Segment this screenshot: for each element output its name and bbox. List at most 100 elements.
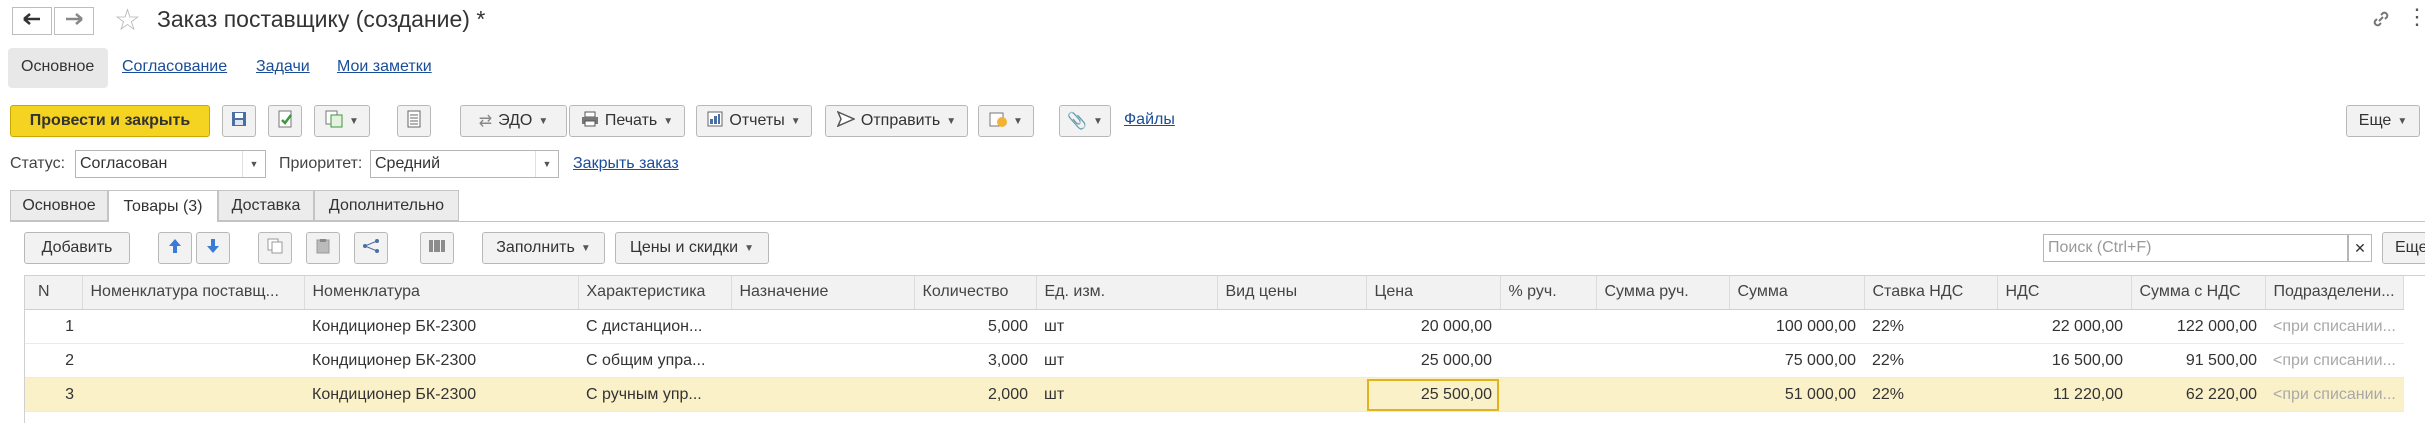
forward-button[interactable] <box>54 7 94 35</box>
cell-unit[interactable]: шт <box>1036 343 1217 378</box>
cell-manual-sum[interactable] <box>1596 377 1729 412</box>
save-button[interactable] <box>222 105 256 137</box>
column-header[interactable]: Количество <box>914 275 1037 310</box>
create-based-on-button[interactable]: ▼ <box>314 105 370 137</box>
form-tab-delivery[interactable]: Доставка <box>218 190 314 221</box>
cell-supplier-item[interactable] <box>82 309 304 344</box>
form-tab-main[interactable]: Основное <box>10 190 108 221</box>
cell-characteristic[interactable]: С ручным упр... <box>578 377 731 412</box>
files-link[interactable]: Файлы <box>1124 111 1175 129</box>
search-clear-button[interactable]: ✕ <box>2348 234 2372 262</box>
cell-item[interactable]: Кондиционер БК-2300 <box>304 377 578 412</box>
back-button[interactable] <box>12 7 52 35</box>
chevron-down-icon[interactable]: ▼ <box>535 151 558 177</box>
cell-dept[interactable]: <при списании... <box>2265 377 2404 412</box>
cell-price-type[interactable] <box>1217 309 1366 344</box>
column-header[interactable]: Характеристика <box>578 275 732 310</box>
close-order-link[interactable]: Закрыть заказ <box>573 155 679 173</box>
column-header[interactable]: Подразделени... <box>2265 275 2405 310</box>
cell-vat-rate[interactable]: 22% <box>1864 377 1997 412</box>
status-select[interactable]: Согласован ▼ <box>75 150 266 178</box>
prices-discounts-button[interactable]: Цены и скидки ▼ <box>615 232 769 264</box>
cell-purpose[interactable] <box>731 309 914 344</box>
column-header[interactable]: Вид цены <box>1217 275 1367 310</box>
tab-approval[interactable]: Согласование <box>122 58 227 76</box>
send-button[interactable]: Отправить ▼ <box>825 105 968 137</box>
tasks-button[interactable]: ▼ <box>978 105 1034 137</box>
cell-item[interactable]: Кондиционер БК-2300 <box>304 343 578 378</box>
column-header[interactable]: Сумма с НДС <box>2131 275 2266 310</box>
paste-button[interactable] <box>306 232 340 264</box>
cell-sum-vat[interactable]: 122 000,00 <box>2131 309 2265 344</box>
cell-dept[interactable]: <при списании... <box>2265 343 2404 378</box>
link-icon[interactable] <box>2370 8 2392 35</box>
column-header[interactable]: % руч. <box>1500 275 1597 310</box>
cell-vat[interactable]: 22 000,00 <box>1997 309 2131 344</box>
cell-characteristic[interactable]: С дистанцион... <box>578 309 731 344</box>
cell-sum-vat[interactable]: 91 500,00 <box>2131 343 2265 378</box>
chevron-down-icon[interactable]: ▼ <box>242 151 265 177</box>
cell-manual-sum[interactable] <box>1596 343 1729 378</box>
column-header[interactable]: Номенклатура поставщ... <box>82 275 305 310</box>
cell-sum[interactable]: 100 000,00 <box>1729 309 1864 344</box>
cell-price-type[interactable] <box>1217 343 1366 378</box>
cell-pct[interactable] <box>1500 343 1596 378</box>
cell-qty[interactable]: 2,000 <box>914 377 1036 412</box>
column-header[interactable]: НДС <box>1997 275 2132 310</box>
tab-tasks[interactable]: Задачи <box>256 58 310 76</box>
move-down-button[interactable] <box>196 232 230 264</box>
cell-n[interactable]: 1 <box>24 309 82 344</box>
tab-main[interactable]: Основное <box>21 58 94 76</box>
print-button[interactable]: Печать ▼ <box>569 105 685 137</box>
cell-purpose[interactable] <box>731 343 914 378</box>
cell-n[interactable]: 2 <box>24 343 82 378</box>
search-input[interactable]: Поиск (Ctrl+F) <box>2043 234 2348 262</box>
cell-purpose[interactable] <box>731 377 914 412</box>
more-actions-button[interactable]: Еще ▼ <box>2346 105 2420 137</box>
reports-button[interactable]: Отчеты ▼ <box>696 105 812 137</box>
cell-qty[interactable]: 3,000 <box>914 343 1036 378</box>
form-tab-goods[interactable]: Товары (3) <box>108 190 218 222</box>
form-tab-additional[interactable]: Дополнительно <box>314 190 459 221</box>
post-button[interactable] <box>268 105 302 137</box>
cell-price-type[interactable] <box>1217 377 1366 412</box>
priority-select[interactable]: Средний ▼ <box>370 150 559 178</box>
split-row-button[interactable] <box>354 232 388 264</box>
cell-vat[interactable]: 16 500,00 <box>1997 343 2131 378</box>
cell-unit[interactable]: шт <box>1036 377 1217 412</box>
table-row-selected[interactable]: 3 Кондиционер БК-2300 С ручным упр... 2,… <box>24 377 2404 412</box>
cell-characteristic[interactable]: С общим упра... <box>578 343 731 378</box>
cell-n[interactable]: 3 <box>24 377 82 412</box>
column-header[interactable]: Сумма руч. <box>1596 275 1730 310</box>
cell-unit[interactable]: шт <box>1036 309 1217 344</box>
post-and-close-button[interactable]: Провести и закрыть <box>10 105 210 137</box>
table-row[interactable]: 2 Кондиционер БК-2300 С общим упра... 3,… <box>24 343 2404 378</box>
cell-sum-vat[interactable]: 62 220,00 <box>2131 377 2265 412</box>
barcode-button[interactable] <box>420 232 454 264</box>
cell-vat-rate[interactable]: 22% <box>1864 309 1997 344</box>
cell-vat[interactable]: 11 220,00 <box>1997 377 2131 412</box>
column-header[interactable]: Номенклатура <box>304 275 579 310</box>
column-header[interactable]: Ставка НДС <box>1864 275 1998 310</box>
fill-button[interactable]: Заполнить ▼ <box>482 232 605 264</box>
report-structure-button[interactable] <box>397 105 431 137</box>
move-up-button[interactable] <box>158 232 192 264</box>
cell-item[interactable]: Кондиционер БК-2300 <box>304 309 578 344</box>
cell-price-current[interactable]: 25 500,00 <box>1366 377 1500 412</box>
cell-supplier-item[interactable] <box>82 377 304 412</box>
attachments-button[interactable]: 📎 ▼ <box>1059 105 1111 137</box>
cell-price[interactable]: 20 000,00 <box>1366 309 1500 344</box>
cell-manual-sum[interactable] <box>1596 309 1729 344</box>
cell-supplier-item[interactable] <box>82 343 304 378</box>
cell-dept[interactable]: <при списании... <box>2265 309 2404 344</box>
cell-pct[interactable] <box>1500 377 1596 412</box>
edo-button[interactable]: ⇄ ЭДО ▼ <box>460 105 567 137</box>
copy-button[interactable] <box>258 232 292 264</box>
tab-my-notes[interactable]: Мои заметки <box>337 58 432 76</box>
cell-qty[interactable]: 5,000 <box>914 309 1036 344</box>
column-header[interactable]: Назначение <box>731 275 915 310</box>
column-header[interactable]: Ед. изм. <box>1036 275 1218 310</box>
more-vertical-icon[interactable]: ⋮ <box>2406 4 2425 30</box>
column-header[interactable]: N <box>24 275 83 310</box>
favorite-star-icon[interactable]: ☆ <box>114 3 141 38</box>
